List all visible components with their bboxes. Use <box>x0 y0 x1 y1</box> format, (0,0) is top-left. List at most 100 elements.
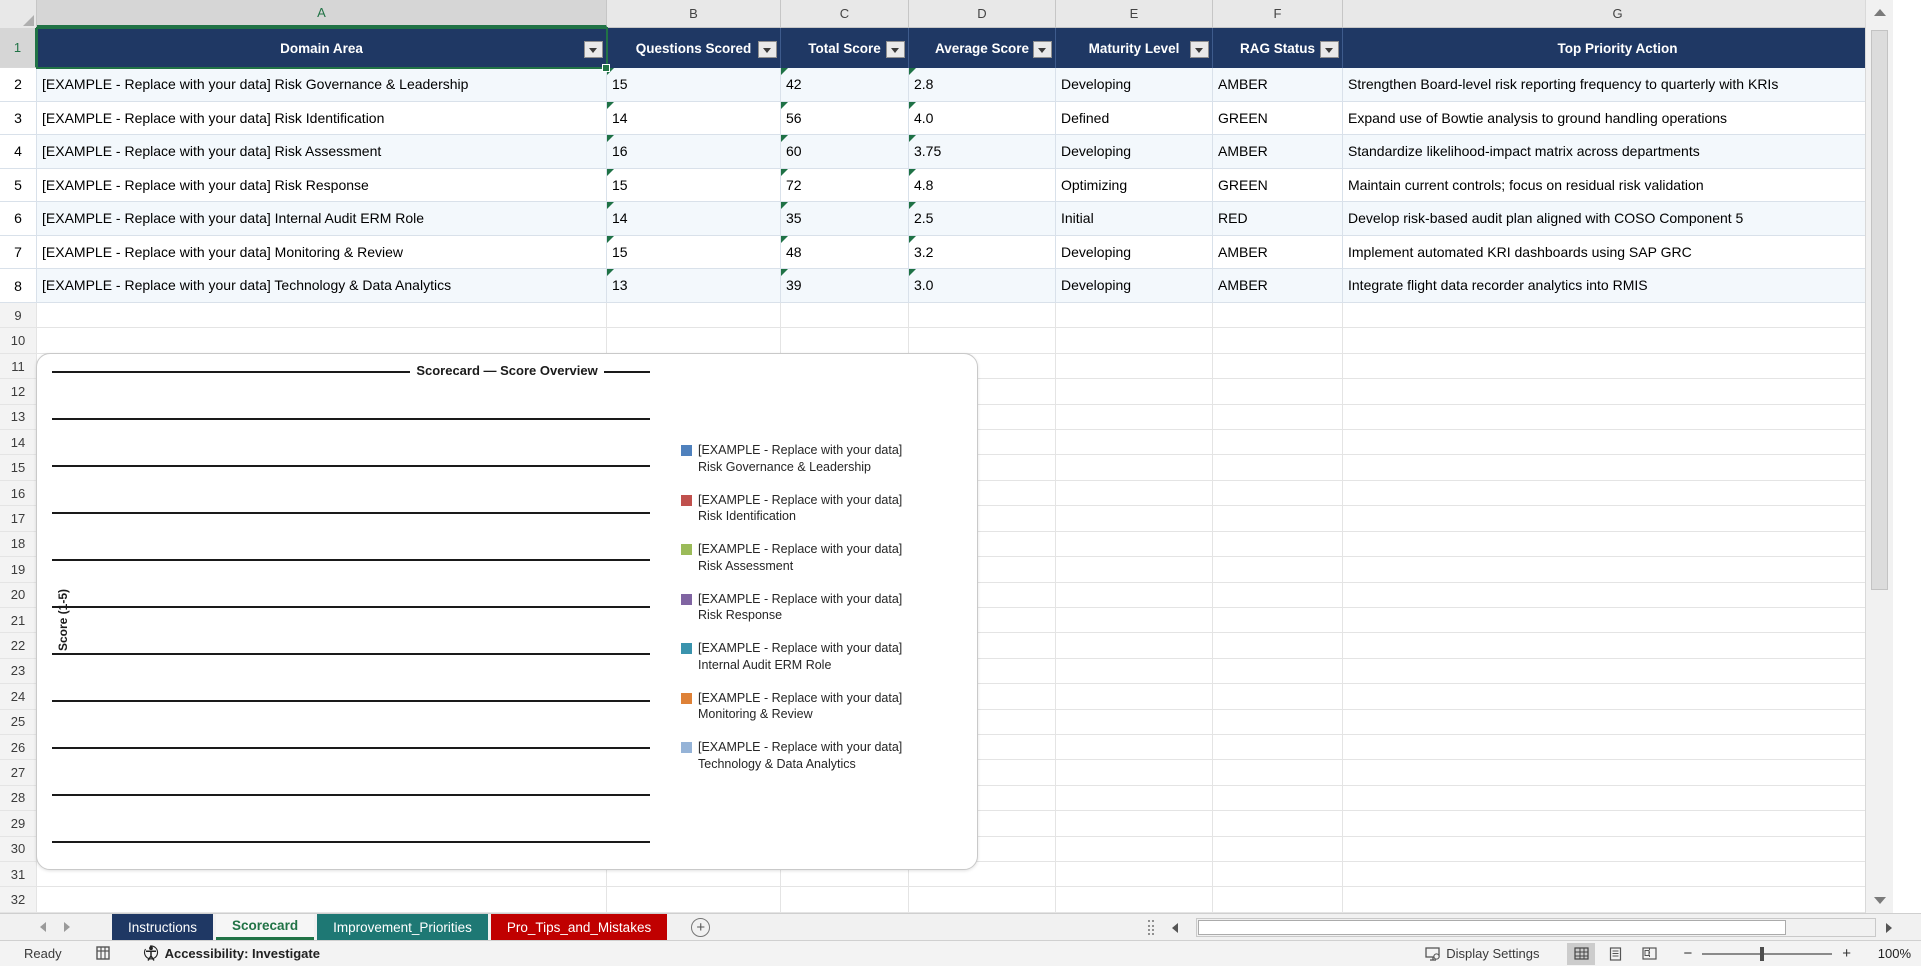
row-number[interactable]: 10 <box>0 328 37 354</box>
empty-cell[interactable] <box>1056 328 1213 354</box>
filter-button[interactable] <box>758 41 777 58</box>
cell-rag-status[interactable]: GREEN <box>1213 101 1343 136</box>
cell-maturity-level[interactable]: Developing <box>1056 269 1213 304</box>
row-number[interactable]: 21 <box>0 607 37 634</box>
cell-average-score[interactable]: 3.2 <box>909 235 1056 270</box>
empty-cell[interactable] <box>1213 328 1343 354</box>
empty-cell[interactable] <box>1343 887 1893 913</box>
cell-total-score[interactable]: 48 <box>781 235 909 270</box>
row-number[interactable]: 25 <box>0 709 37 735</box>
empty-cell[interactable] <box>1343 633 1893 659</box>
empty-cell[interactable] <box>1343 684 1893 710</box>
empty-cell[interactable] <box>37 303 607 329</box>
cell-domain-area[interactable]: [EXAMPLE - Replace with your data] Risk … <box>37 168 607 203</box>
cell-domain-area[interactable]: [EXAMPLE - Replace with your data] Risk … <box>37 68 607 102</box>
row-number[interactable]: 13 <box>0 404 37 431</box>
cell-top-priority-action[interactable]: Implement automated KRI dashboards using… <box>1343 235 1893 270</box>
cell-rag-status[interactable]: AMBER <box>1213 68 1343 102</box>
column-header-F[interactable]: F <box>1213 0 1343 27</box>
row-number[interactable]: 1 <box>0 28 37 68</box>
row-number[interactable]: 9 <box>0 303 37 329</box>
cell-top-priority-action[interactable]: Maintain current controls; focus on resi… <box>1343 168 1893 203</box>
empty-cell[interactable] <box>1056 353 1213 380</box>
empty-cell[interactable] <box>1213 709 1343 735</box>
row-number[interactable]: 24 <box>0 684 37 710</box>
cell-questions-scored[interactable]: 13 <box>607 269 781 304</box>
row-number[interactable]: 26 <box>0 734 37 761</box>
cell-average-score[interactable]: 4.8 <box>909 168 1056 203</box>
row-number[interactable]: 30 <box>0 836 37 862</box>
cell-domain-area[interactable]: [EXAMPLE - Replace with your data] Risk … <box>37 135 607 169</box>
cell-total-score[interactable]: 39 <box>781 269 909 304</box>
column-header-A[interactable]: A <box>37 0 607 27</box>
row-number[interactable]: 29 <box>0 811 37 837</box>
empty-cell[interactable] <box>1213 480 1343 507</box>
cell-top-priority-action[interactable]: Expand use of Bowtie analysis to ground … <box>1343 101 1893 136</box>
column-header-G[interactable]: G <box>1343 0 1893 27</box>
empty-cell[interactable] <box>909 328 1056 354</box>
empty-cell[interactable] <box>1056 480 1213 507</box>
zoom-slider-thumb[interactable] <box>1760 946 1765 961</box>
filter-button[interactable] <box>1320 41 1339 58</box>
empty-cell[interactable] <box>1056 557 1213 583</box>
cell-rag-status[interactable]: RED <box>1213 202 1343 236</box>
empty-cell[interactable] <box>1056 633 1213 659</box>
row-number[interactable]: 6 <box>0 202 37 236</box>
empty-cell[interactable] <box>1213 353 1343 380</box>
empty-cell[interactable] <box>1213 836 1343 862</box>
cell-total-score[interactable]: 56 <box>781 101 909 136</box>
empty-cell[interactable] <box>1213 506 1343 532</box>
page-layout-view-button[interactable] <box>1601 943 1629 965</box>
empty-cell[interactable] <box>781 887 909 913</box>
cell-maturity-level[interactable]: Developing <box>1056 235 1213 270</box>
cell-top-priority-action[interactable]: Standardize likelihood-impact matrix acr… <box>1343 135 1893 169</box>
empty-cell[interactable] <box>1056 760 1213 786</box>
sheet-tab-improvement_priorities[interactable]: Improvement_Priorities <box>317 914 488 940</box>
empty-cell[interactable] <box>1056 811 1213 837</box>
normal-view-button[interactable] <box>1567 942 1596 965</box>
cell-maturity-level[interactable]: Developing <box>1056 68 1213 102</box>
cell-maturity-level[interactable]: Developing <box>1056 135 1213 169</box>
cell-domain-area[interactable]: [EXAMPLE - Replace with your data] Inter… <box>37 202 607 236</box>
header-questions-scored[interactable]: Questions Scored <box>607 28 781 68</box>
empty-cell[interactable] <box>607 328 781 354</box>
select-all-corner[interactable] <box>0 0 37 28</box>
cell-rag-status[interactable]: AMBER <box>1213 135 1343 169</box>
empty-cell[interactable] <box>1056 455 1213 481</box>
empty-cell[interactable] <box>1213 303 1343 329</box>
cell-domain-area[interactable]: [EXAMPLE - Replace with your data] Monit… <box>37 235 607 270</box>
vertical-scrollbar-thumb[interactable] <box>1871 30 1888 590</box>
row-number[interactable]: 28 <box>0 785 37 812</box>
empty-cell[interactable] <box>1343 531 1893 558</box>
empty-cell[interactable] <box>1056 379 1213 405</box>
cell-maturity-level[interactable]: Defined <box>1056 101 1213 136</box>
cell-questions-scored[interactable]: 15 <box>607 168 781 203</box>
sheet-tab-scorecard[interactable]: Scorecard <box>216 914 315 940</box>
row-number[interactable]: 12 <box>0 379 37 405</box>
sheet-tab-instructions[interactable]: Instructions <box>112 914 214 940</box>
empty-cell[interactable] <box>1213 887 1343 913</box>
row-number[interactable]: 3 <box>0 101 37 136</box>
empty-cell[interactable] <box>607 887 781 913</box>
row-number[interactable]: 22 <box>0 633 37 659</box>
empty-cell[interactable] <box>1213 734 1343 761</box>
empty-cell[interactable] <box>1343 760 1893 786</box>
empty-cell[interactable] <box>1056 404 1213 431</box>
scroll-left-icon[interactable] <box>1172 923 1178 933</box>
cell-questions-scored[interactable]: 16 <box>607 135 781 169</box>
scroll-right-icon[interactable] <box>1886 923 1892 933</box>
header-top-priority-action[interactable]: Top Priority Action <box>1343 28 1893 68</box>
empty-cell[interactable] <box>607 303 781 329</box>
empty-cell[interactable] <box>1343 582 1893 608</box>
filter-button[interactable] <box>1190 41 1209 58</box>
zoom-slider[interactable] <box>1702 946 1833 961</box>
row-number[interactable]: 7 <box>0 235 37 270</box>
cell-maturity-level[interactable]: Initial <box>1056 202 1213 236</box>
macro-record-icon[interactable] <box>95 946 112 961</box>
cell-top-priority-action[interactable]: Develop risk-based audit plan aligned wi… <box>1343 202 1893 236</box>
column-header-B[interactable]: B <box>607 0 781 27</box>
empty-cell[interactable] <box>1343 379 1893 405</box>
row-number[interactable]: 2 <box>0 68 37 102</box>
row-number[interactable]: 32 <box>0 887 37 913</box>
empty-cell[interactable] <box>1213 430 1343 456</box>
